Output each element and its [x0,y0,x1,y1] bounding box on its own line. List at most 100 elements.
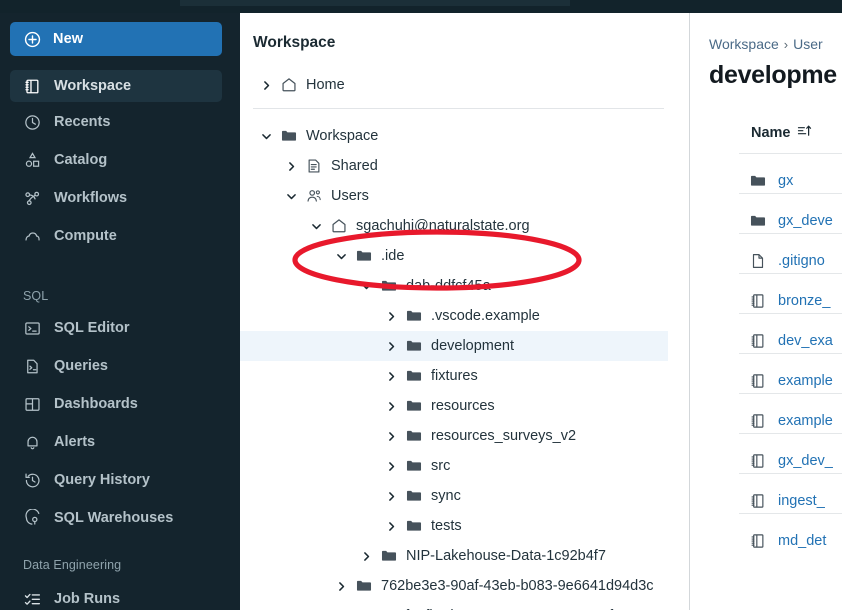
workflows-icon [23,189,42,208]
tree-row-label: development [431,338,515,354]
column-header-name[interactable]: Name [751,123,812,142]
tree-row[interactable]: NIP-Lakehouse-Data-1c92b4f7 [240,541,668,571]
folder-icon [749,212,768,231]
cloud-icon [23,227,42,246]
tree-row[interactable]: Workspace [240,121,668,151]
breadcrumb-item-users[interactable]: User [793,36,823,52]
chevron-down-icon[interactable] [283,188,299,204]
new-button-label: New [53,31,84,47]
file-list-item[interactable]: example [691,361,842,401]
tree-row[interactable]: .vscode.example [240,301,668,331]
sidebar-item-job-runs[interactable]: Job Runs [10,583,222,610]
tree-panel-title: Workspace [253,34,336,51]
bell-icon [23,433,42,452]
tree-row[interactable]: fixtures [240,361,668,391]
chevron-right-icon[interactable] [383,428,399,444]
chevron-right-icon[interactable] [383,308,399,324]
tree-row[interactable]: resources [240,391,668,421]
folder-icon [749,172,768,191]
tree-row[interactable]: src [240,451,668,481]
notebook-icon [749,532,768,551]
chevron-right-icon[interactable] [383,518,399,534]
file-list-item[interactable]: dev_exa [691,321,842,361]
chevron-right-icon[interactable] [333,578,349,594]
sidebar-item-sql-warehouses-label: SQL Warehouses [54,510,174,526]
file-icon [749,252,768,271]
sidebar-item-compute-label: Compute [54,228,117,244]
chevron-right-icon[interactable] [258,77,274,93]
sidebar-item-dashboards-label: Dashboards [54,396,138,412]
tree-row-label: Workspace [306,128,379,144]
tree-row[interactable]: tests [240,511,668,541]
file-list-item[interactable]: gx_deve [691,201,842,241]
sidebar-item-alerts[interactable]: Alerts [10,426,222,458]
file-list-item[interactable]: gx [691,161,842,201]
tree-row[interactable]: Shared [240,151,668,181]
chevron-down-icon[interactable] [308,218,324,234]
tree-row-label: Home [306,77,345,93]
page-title: developme [709,61,837,89]
sidebar-item-catalog[interactable]: Catalog [10,144,222,176]
sidebar-item-queries-label: Queries [54,358,108,374]
sidebar-item-query-history[interactable]: Query History [10,464,222,496]
tree-row[interactable]: sync [240,481,668,511]
breadcrumb-item-workspace[interactable]: Workspace [709,36,779,52]
tree-row[interactable]: Users [240,181,668,211]
file-row-divider [739,393,842,394]
chevron-right-icon[interactable] [383,368,399,384]
sidebar-item-workflows[interactable]: Workflows [10,182,222,214]
workspace-tree-panel: Workspace Home Workspace Shared Users sgachu… [240,13,690,610]
chevron-right-icon[interactable] [383,488,399,504]
file-list-item-label: dev_exa [778,333,833,349]
file-list-item-label: gx_dev_ [778,453,833,469]
chevron-down-icon[interactable] [333,248,349,264]
file-list-item[interactable]: .gitigno [691,241,842,281]
file-row-divider [739,153,842,154]
file-list-item-label: example [778,413,833,429]
sidebar-item-recents-label: Recents [54,114,111,130]
file-row-divider [739,233,842,234]
sidebar-item-sql-editor[interactable]: SQL Editor [10,312,222,344]
file-list-item[interactable]: example [691,401,842,441]
tree-row[interactable]: 786f03fb-eb38-4690-ae27-c347474f4997 [240,601,668,610]
sidebar-item-catalog-label: Catalog [54,152,108,168]
home-icon [330,217,348,235]
tree-row-selected[interactable]: development [240,331,668,361]
history-icon [23,471,42,490]
sidebar-item-dashboards[interactable]: Dashboards [10,388,222,420]
sidebar-item-queries[interactable]: Queries [10,350,222,382]
chevron-down-icon[interactable] [358,278,374,294]
tree-row[interactable]: 762be3e3-90af-43eb-b083-9e6641d94d3c [240,571,668,601]
job-runs-icon [23,590,42,609]
sidebar-item-compute[interactable]: Compute [10,220,222,252]
sidebar-item-recents[interactable]: Recents [10,106,222,138]
chevron-right-icon[interactable] [383,398,399,414]
file-list-item[interactable]: gx_dev_ [691,441,842,481]
sidebar-item-workspace[interactable]: Workspace [10,70,222,102]
tree-row[interactable]: resources_surveys_v2 [240,421,668,451]
sort-ascending-icon[interactable] [797,123,812,142]
file-list-item[interactable]: md_det [691,521,842,561]
folder-icon [405,457,423,475]
top-bar [0,0,842,13]
sidebar-item-sql-warehouses[interactable]: SQL Warehouses [10,502,222,534]
new-button[interactable]: New [10,22,222,56]
file-list-item[interactable]: bronze_ [691,281,842,321]
clock-icon [23,113,42,132]
tree-row[interactable]: sgachuhi@naturalstate.org [240,211,668,241]
chevron-right-icon[interactable] [383,338,399,354]
tree-row-label: src [431,458,451,474]
chevron-right-icon[interactable] [358,548,374,564]
tree-row[interactable]: dab-ddfcf45a [240,271,668,301]
file-row-divider [739,433,842,434]
tree-row[interactable]: Home [240,70,668,100]
chevron-right-icon[interactable] [383,458,399,474]
tree-row-label: .ide [381,248,405,264]
chevron-down-icon[interactable] [258,128,274,144]
chevron-right-icon[interactable] [283,158,299,174]
dashboard-icon [23,395,42,414]
tree-row[interactable]: .ide [240,241,668,271]
shared-icon [305,157,323,175]
file-list-item-label: .gitigno [778,253,825,269]
file-list-item[interactable]: ingest_ [691,481,842,521]
